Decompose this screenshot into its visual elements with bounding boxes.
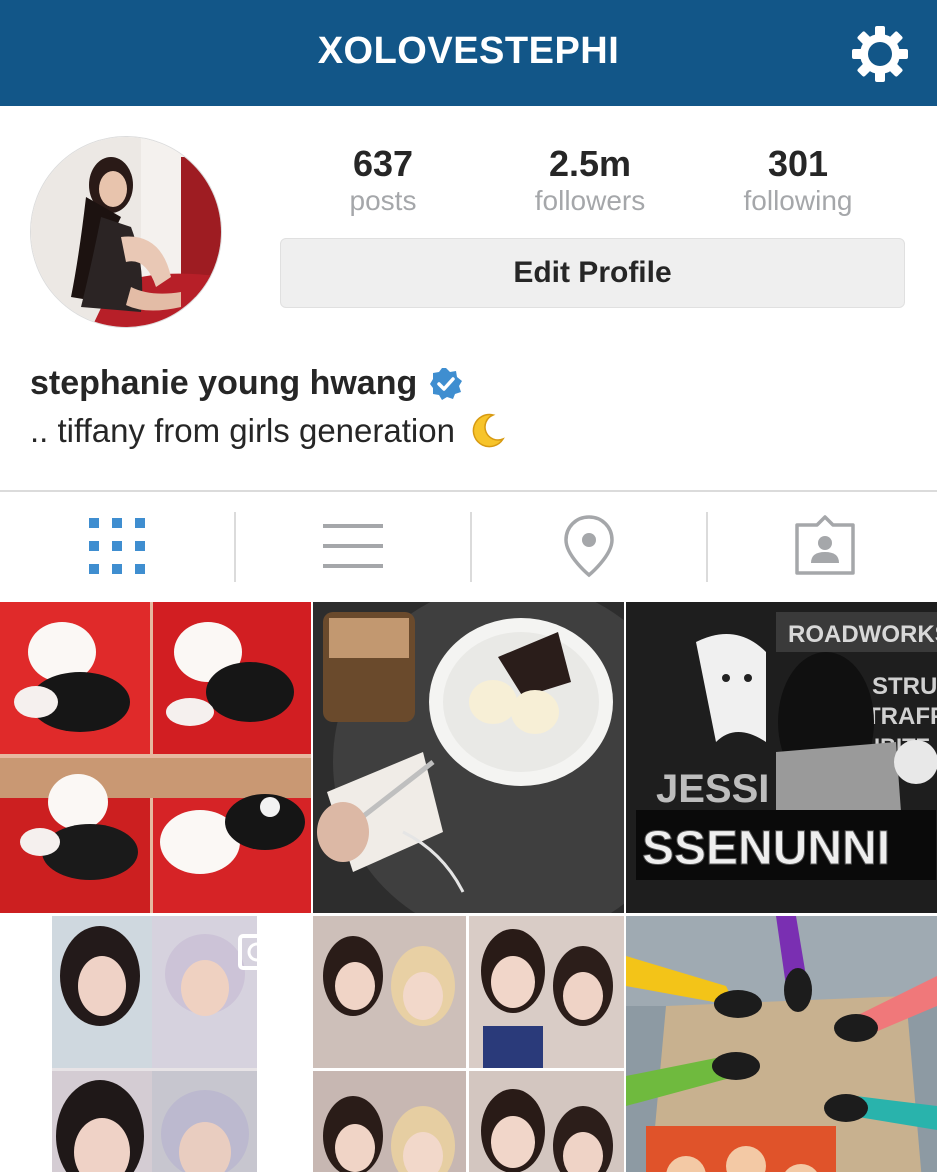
followers-label: followers [534,185,646,216]
dog-collage-photo [0,602,311,913]
section-divider [0,490,937,492]
photo-thumbnail[interactable] [313,916,624,1172]
crescent-moon-icon [472,413,505,448]
graffiti-caption-2: SSENUNNI [642,822,890,875]
following-count: 301 [767,143,829,184]
edit-profile-button[interactable]: Edit Profile [280,238,905,308]
gear-icon[interactable] [848,22,912,86]
selfie-collage-photo [0,916,311,1172]
top-bar: XOLOVESTEPHI [0,0,937,106]
list-icon [323,524,383,568]
tab-tagged[interactable] [708,508,937,584]
roadworks-sign-text: ROADWORKS [788,621,937,648]
tagged-photos-icon [795,515,855,575]
username-title: XOLOVESTEPHI [317,30,620,72]
bio-text: .. tiffany from girls generation [30,412,455,449]
avatar[interactable] [30,136,222,328]
photo-thumbnail[interactable]: ROADWORKS STRUCT TRAFFIC IBITE JESSI SSE… [626,602,937,913]
stat-followers[interactable]: 2.5m followers [500,144,680,218]
dessert-photo [313,602,624,913]
photo-thumbnail[interactable] [0,916,311,1172]
profile-name: stephanie young hwang [30,364,418,402]
stat-following[interactable]: 301 following [708,144,888,218]
photo-grid: ROADWORKS STRUCT TRAFFIC IBITE JESSI SSE… [0,602,937,1172]
followers-count: 2.5m [548,143,632,184]
tab-list[interactable] [236,508,470,584]
profile-bio: .. tiffany from girls generation [30,411,507,451]
avatar-photo [31,137,221,327]
stat-posts: 637 posts [293,144,473,218]
photo-thumbnail[interactable] [626,916,937,1172]
profile-name-row: stephanie young hwang [30,364,463,403]
sign-line-1: STRUCT [872,673,937,700]
tab-location[interactable] [472,508,706,584]
posts-label: posts [349,185,417,216]
colorful-shoes-photo [626,916,937,1172]
group-selfie-photo [313,916,624,1172]
sign-line-2: TRAFFIC [866,703,937,730]
posts-count: 637 [352,143,414,184]
grid-icon [89,518,145,574]
photo-thumbnail[interactable] [0,602,311,913]
photo-thumbnail[interactable] [313,602,624,913]
location-pin-icon [564,515,614,578]
street-art-photo: ROADWORKS STRUCT TRAFFIC IBITE JESSI SSE… [626,602,937,913]
tab-grid[interactable] [0,508,234,584]
following-label: following [743,185,853,216]
graffiti-caption-1: JESSI [656,767,769,811]
verified-badge-icon [430,367,463,400]
